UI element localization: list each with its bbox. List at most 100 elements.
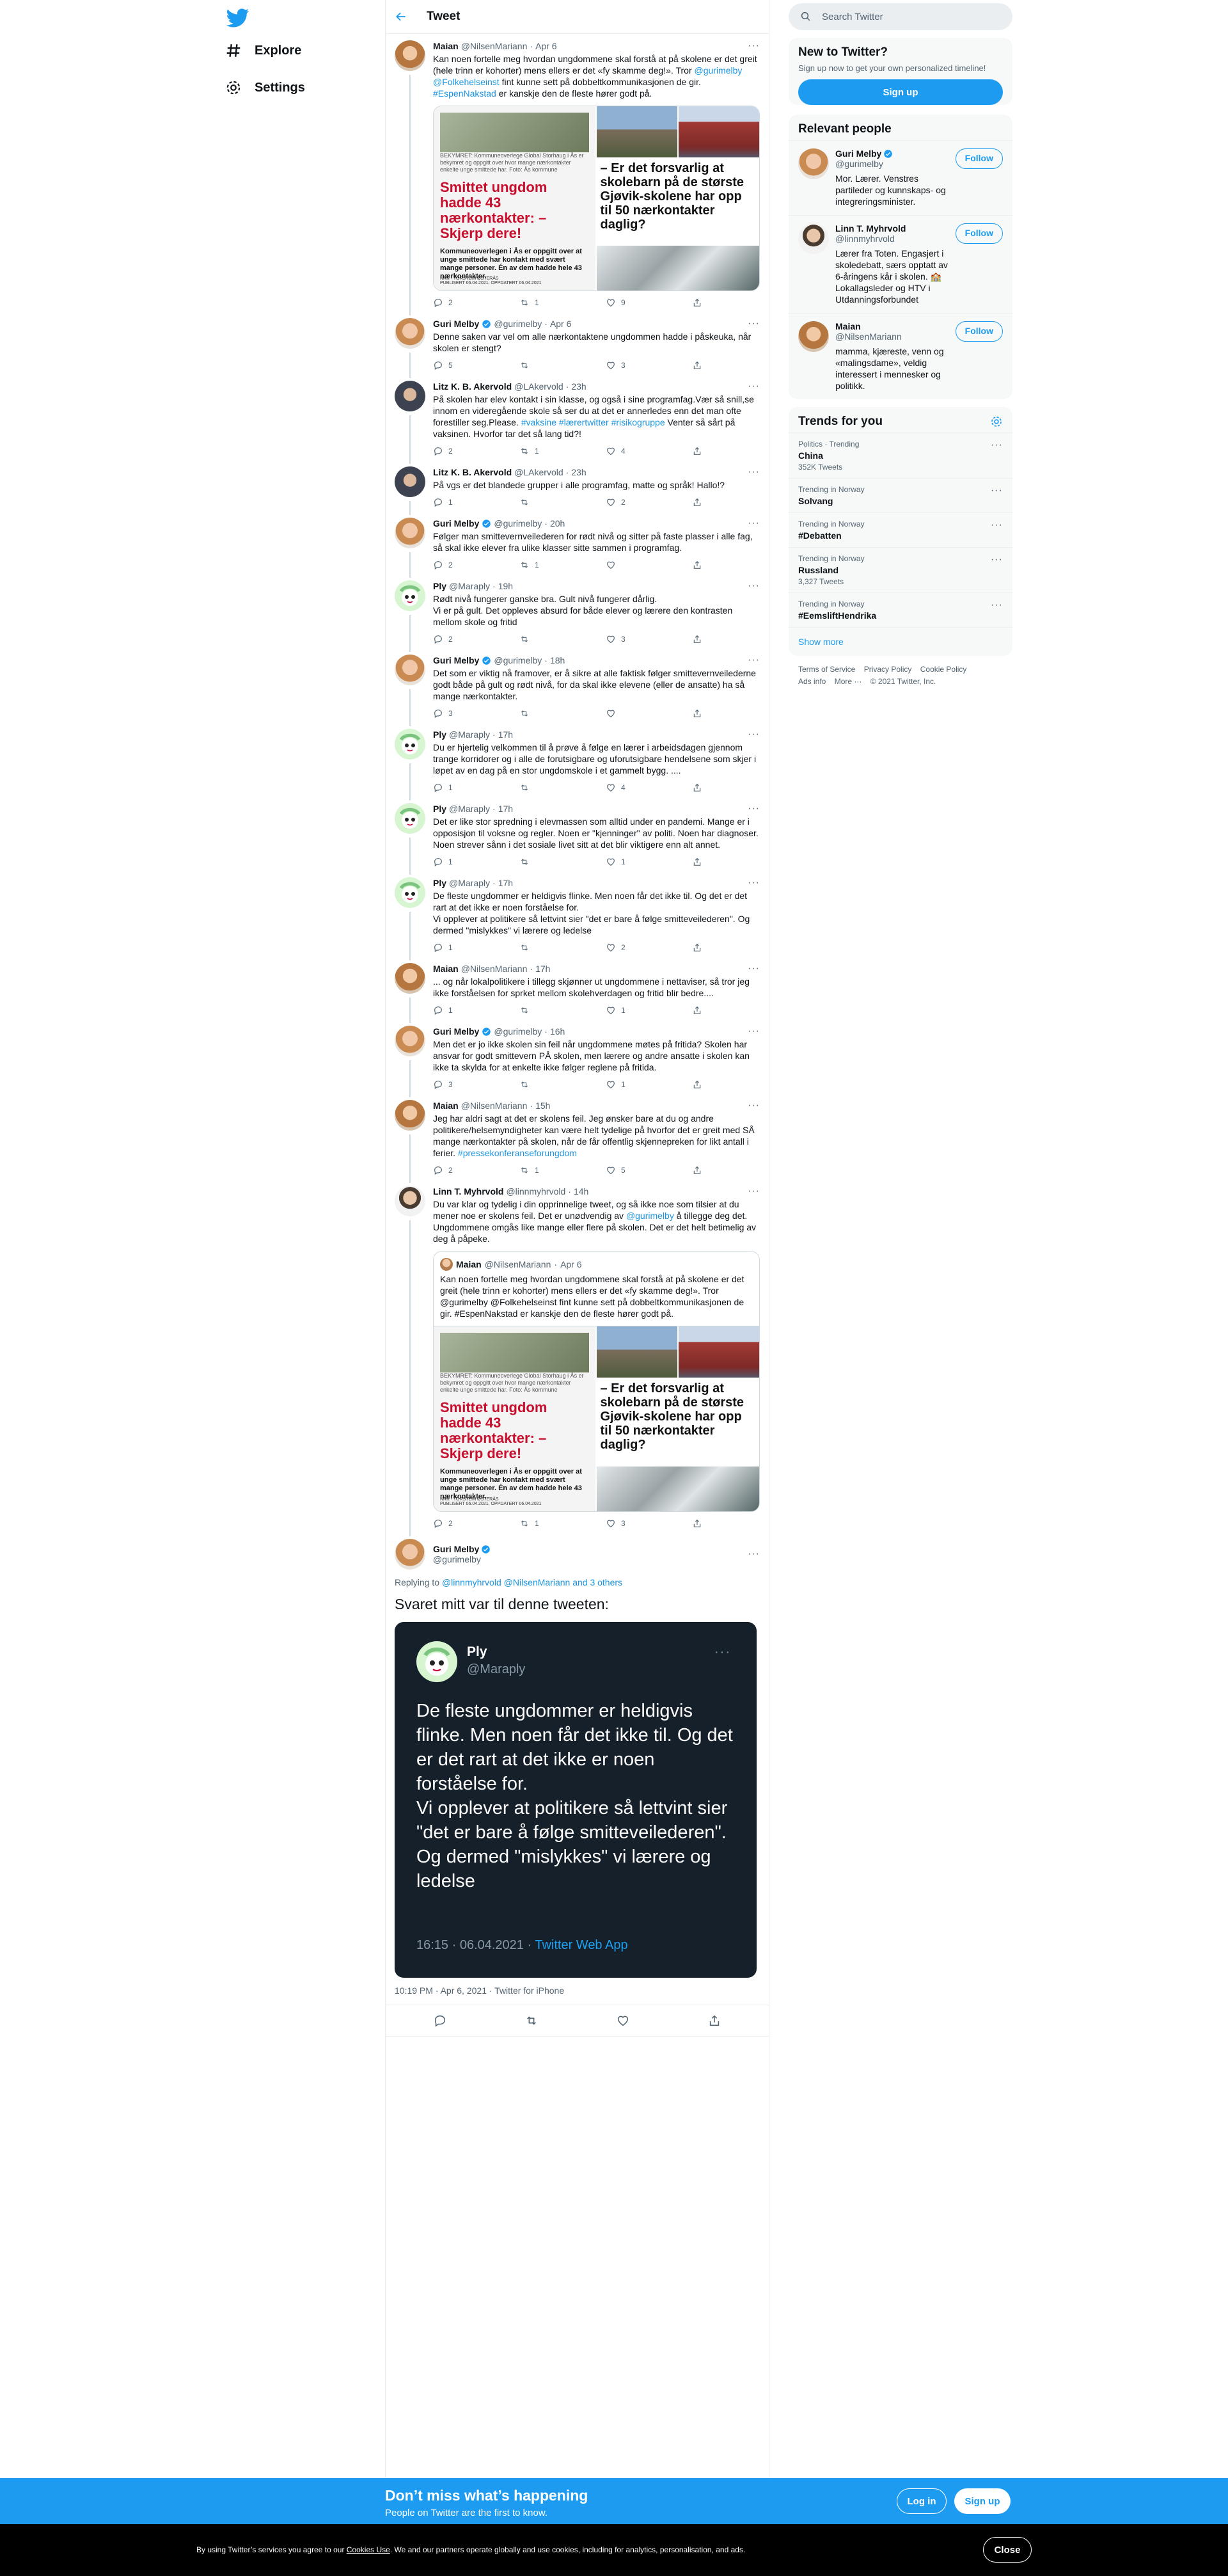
author-name[interactable]: Ply [433,803,446,815]
reply-action[interactable]: 1 [433,857,491,867]
follow-button[interactable]: Follow [955,223,1003,244]
tweet-time[interactable]: 16h [550,1026,565,1037]
share-action[interactable] [692,942,705,953]
reply-action[interactable]: 1 [433,783,491,793]
news-image-card[interactable]: BEKYMRET: Kommuneoverlege Global Storhau… [434,1326,759,1511]
tweet[interactable]: Guri Melby @gurimelby · 16h ··· Men det er jo… [386,1019,769,1097]
tweet[interactable]: Ply @Maraply · 17h ··· De fleste ungdommer er… [386,871,769,960]
more-options-icon[interactable]: ··· [991,554,1003,566]
cookie-link[interactable]: Cookie Policy [920,665,967,674]
like-action[interactable]: 9 [606,298,663,308]
like-action[interactable]: 4 [606,783,663,793]
person-handle[interactable]: @gurimelby [835,159,949,169]
inline-link[interactable]: #EspenNakstad [433,88,496,99]
inline-link[interactable]: #vaksine [521,417,556,427]
tweet[interactable]: Maian @NilsenMariann · 17h ··· ... og når lok… [386,957,769,1023]
tweet-time[interactable]: 15h [535,1100,550,1111]
more-options-icon[interactable]: ··· [991,485,1003,497]
avatar[interactable] [395,518,425,548]
author-handle[interactable]: @Maraply [449,729,490,740]
author-name[interactable]: Guri Melby [433,518,479,529]
author-handle[interactable]: @NilsenMariann [461,963,528,974]
retweet-action[interactable] [519,942,577,953]
reply-action[interactable]: 2 [433,1165,491,1175]
retweet-action[interactable] [519,1005,577,1015]
follow-button[interactable]: Follow [955,321,1003,342]
more-options-icon[interactable]: ··· [748,729,760,740]
tweet-time[interactable]: Apr 6 [550,318,571,330]
show-more-link[interactable]: Show more [789,627,1012,656]
like-action[interactable]: 3 [606,360,663,370]
tweet[interactable]: Guri Melby @gurimelby · Apr 6 ··· Denne saken… [386,312,769,378]
bottom-signup-button[interactable]: Sign up [954,2488,1011,2514]
share-action[interactable] [692,298,705,308]
share-action[interactable] [692,360,705,370]
author-handle[interactable]: @gurimelby [494,655,542,666]
inline-link[interactable]: #pressekonferanseforungdom [458,1148,577,1158]
person-handle[interactable]: @linnmyhrvold [835,234,949,244]
tweet-time[interactable]: 17h [498,803,513,815]
avatar[interactable] [395,580,425,611]
tweet[interactable]: Ply @Maraply · 17h ··· Det er like stor spred… [386,797,769,875]
twitter-logo-icon[interactable] [226,6,249,29]
person-name[interactable]: Linn T. Myhrvold [835,223,906,234]
tweet-time[interactable]: 17h [535,963,550,974]
retweet-action[interactable]: 1 [519,446,577,456]
more-options-icon[interactable]: ··· [748,655,760,666]
share-action[interactable] [692,1079,705,1090]
more-options-icon[interactable]: ··· [748,381,760,392]
inline-link[interactable]: @gurimelby [695,65,743,76]
tweet-time[interactable]: 18h [550,655,565,666]
relevant-person[interactable]: Maian @NilsenMariann mamma, kjæreste, venn… [789,313,1012,399]
inline-link[interactable]: @Folkehelseinst [433,77,500,87]
reply-action[interactable]: 2 [433,298,491,308]
avatar[interactable] [395,1026,425,1056]
share-action[interactable] [692,708,705,719]
share-action[interactable] [692,560,705,570]
more-options-icon[interactable]: ··· [748,40,760,52]
more-options-icon[interactable]: ··· [748,1100,760,1111]
avatar[interactable] [395,963,425,994]
nav-explore[interactable]: Explore [225,42,301,59]
author-name[interactable]: Litz K. B. Akervold [433,381,512,392]
author-name[interactable]: Maian [433,963,459,974]
tweet[interactable]: Litz K. B. Akervold @LAkervold · 23h ··· På v… [386,460,769,515]
more-options-icon[interactable]: ··· [748,1026,760,1037]
retweet-action[interactable] [519,497,577,507]
tweet-time[interactable]: 17h [498,877,513,889]
reply-action[interactable]: 2 [433,634,491,644]
quoted-tweet[interactable]: Maian @NilsenMariann · Apr 6 Kan noen fortel… [433,1251,760,1512]
author-handle[interactable]: @NilsenMariann [461,40,528,52]
embedded-screenshot[interactable]: Ply @Maraply ··· De fleste ungdommer er … [395,1622,757,1978]
author-handle[interactable]: @gurimelby [494,318,542,330]
retweet-action[interactable]: 1 [519,560,577,570]
reply-action[interactable]: 3 [433,1079,491,1090]
avatar[interactable] [395,877,425,908]
author-name[interactable]: Guri Melby [433,318,479,330]
author-name[interactable]: Ply [433,580,446,592]
trend-item[interactable]: Trending in Norway Solvang ··· [789,478,1012,513]
tweet-time[interactable]: 23h [571,381,586,392]
share-action[interactable] [692,783,705,793]
author-name[interactable]: Litz K. B. Akervold [433,466,512,478]
focal-author-handle[interactable]: @gurimelby [433,1554,491,1564]
retweet-action[interactable]: 1 [519,298,577,308]
more-options-icon[interactable]: ··· [748,518,760,529]
cookie-close-button[interactable]: Close [983,2537,1032,2563]
more-options-icon[interactable]: ··· [748,1548,760,1560]
replying-to-links[interactable]: @linnmyhrvold @NilsenMariann and 3 other… [442,1577,622,1587]
share-action[interactable] [692,1005,705,1015]
like-action[interactable]: 4 [606,446,663,456]
like-action[interactable]: 1 [606,1079,663,1090]
cookies-use-link[interactable]: Cookies Use [347,2545,390,2554]
like-action[interactable]: 1 [606,857,663,867]
login-button[interactable]: Log in [897,2488,947,2514]
follow-button[interactable]: Follow [955,148,1003,169]
tweet[interactable]: Ply @Maraply · 19h ··· Rødt nivå fungerer gan… [386,574,769,652]
like-action[interactable]: 5 [606,1165,663,1175]
more-options-icon[interactable]: ··· [748,803,760,815]
author-handle[interactable]: @LAkervold [514,381,563,392]
retweet-icon[interactable] [524,2014,539,2028]
tweet[interactable]: Maian @NilsenMariann · Apr 6 ··· Kan noen for… [386,34,769,315]
author-handle[interactable]: @linnmyhrvold [506,1186,565,1197]
